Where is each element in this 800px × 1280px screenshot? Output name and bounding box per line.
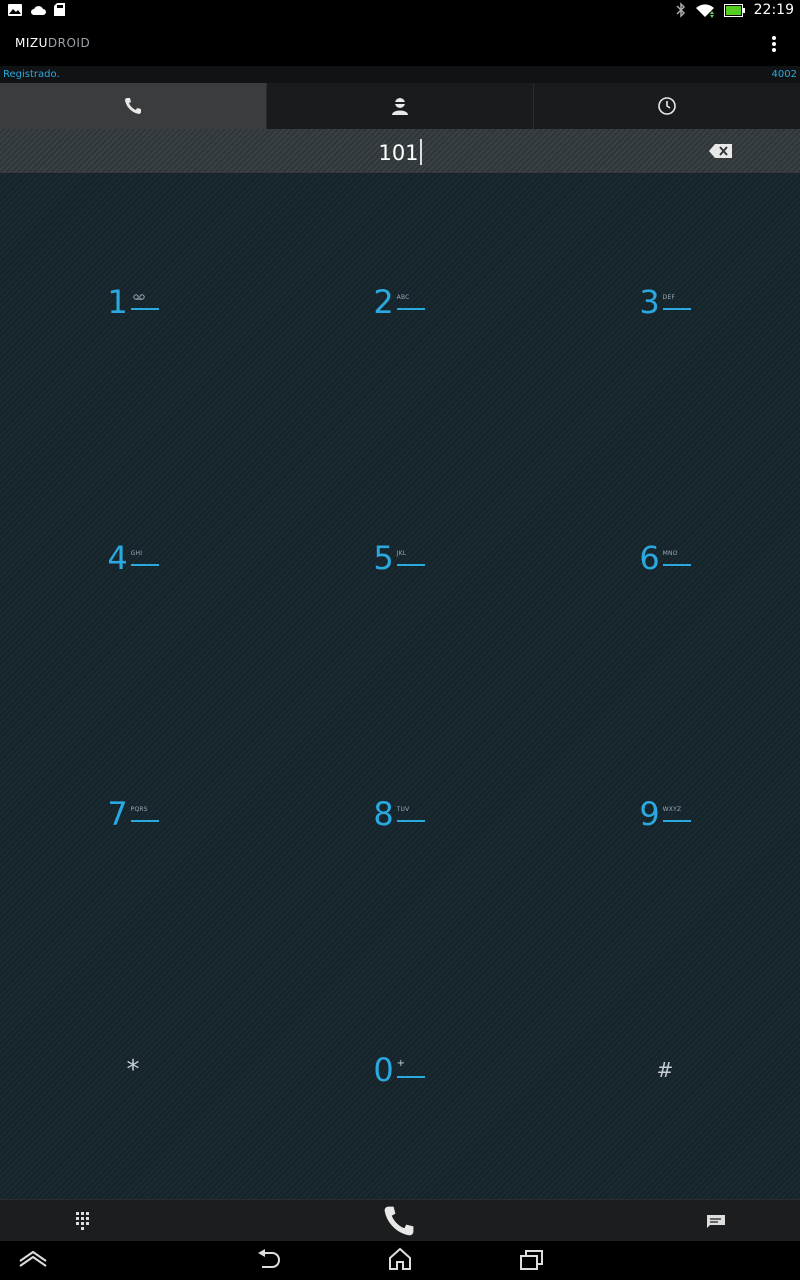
key-hash[interactable]: # [532, 942, 798, 1198]
key-digit: 6 [639, 539, 660, 577]
registration-bar: Registrado. 4002 [0, 66, 800, 83]
account-number: 4002 [771, 69, 797, 80]
key-digit: 4 [107, 539, 128, 577]
key-2[interactable]: 2 ABC [266, 174, 532, 430]
key-9[interactable]: 9 WXYZ [532, 686, 798, 942]
status-bar: 22:19 [0, 0, 800, 22]
battery-icon [723, 3, 745, 17]
overflow-menu-icon[interactable] [764, 34, 784, 54]
dial-pad: 1 2 ABC 3 DEF 4 GHI 5 JKL 6 MNO 7 PQRS 8… [0, 174, 800, 1199]
action-bar: MIZUDROID [0, 22, 800, 66]
cloud-icon [31, 5, 46, 15]
logo-part2: DROID [47, 36, 91, 50]
key-symbol: # [656, 1058, 674, 1082]
bottom-action-bar [0, 1199, 800, 1241]
keypad-icon[interactable] [76, 1212, 92, 1230]
key-0[interactable]: 0 + [266, 942, 532, 1198]
key-3[interactable]: 3 DEF [532, 174, 798, 430]
key-5[interactable]: 5 JKL [266, 430, 532, 686]
wifi-icon [695, 4, 714, 18]
key-1[interactable]: 1 [0, 174, 266, 430]
key-letters: MNO [662, 550, 678, 557]
voicemail-icon [132, 294, 145, 300]
key-digit: 9 [639, 795, 660, 833]
key-letters: ABC [396, 294, 410, 301]
call-icon[interactable] [380, 1203, 418, 1239]
clock-icon [658, 97, 676, 115]
key-letters: DEF [662, 294, 676, 301]
key-digit: 1 [107, 283, 128, 321]
key-symbol: * [126, 1055, 140, 1085]
clock-time: 22:19 [753, 2, 794, 18]
message-icon[interactable] [706, 1214, 726, 1228]
logo-part1: MIZU [15, 36, 48, 50]
tab-bar [0, 83, 800, 129]
key-8[interactable]: 8 TUV [266, 686, 532, 942]
key-digit: 7 [107, 795, 128, 833]
key-4[interactable]: 4 GHI [0, 430, 266, 686]
backspace-icon[interactable] [709, 143, 733, 159]
key-letters: WXYZ [662, 806, 682, 813]
key-letters: GHI [130, 550, 143, 557]
key-letters: TUV [396, 806, 410, 813]
gallery-icon [8, 3, 22, 16]
key-digit: 3 [639, 283, 660, 321]
bluetooth-icon [676, 2, 685, 18]
key-letters: PQRS [130, 806, 148, 813]
key-digit: 5 [373, 539, 394, 577]
key-7[interactable]: 7 PQRS [0, 686, 266, 942]
key-digit: 0 [373, 1051, 394, 1089]
key-letters: JKL [396, 550, 407, 557]
dial-number-field[interactable]: 101 [0, 139, 800, 165]
text-cursor [419, 139, 422, 165]
recents-icon[interactable] [519, 1249, 545, 1271]
dial-input-bar[interactable]: 101 [0, 129, 800, 174]
key-letters: + [396, 1058, 406, 1069]
key-digit: 2 [373, 283, 394, 321]
home-icon[interactable] [387, 1247, 413, 1271]
tab-history[interactable] [534, 83, 800, 129]
sd-card-icon [54, 3, 65, 16]
registration-status: Registrado. [3, 69, 60, 80]
back-icon[interactable] [256, 1249, 282, 1271]
app-logo: MIZUDROID [15, 36, 90, 50]
key-6[interactable]: 6 MNO [532, 430, 798, 686]
dial-number-value: 101 [378, 141, 419, 165]
tab-contacts[interactable] [267, 83, 534, 129]
key-star[interactable]: * [0, 942, 266, 1198]
home-up-icon[interactable] [18, 1249, 48, 1269]
contact-icon [392, 98, 408, 115]
key-digit: 8 [373, 795, 394, 833]
phone-icon [125, 98, 141, 114]
system-nav-bar [0, 1241, 800, 1280]
tab-dialer[interactable] [0, 83, 267, 129]
